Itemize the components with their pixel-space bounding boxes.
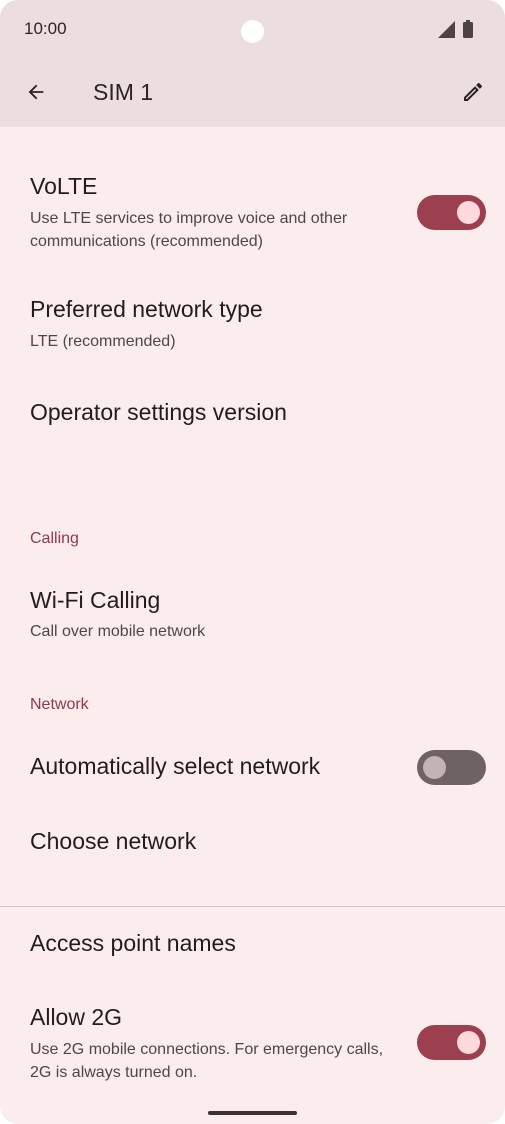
navigation-handle[interactable] bbox=[208, 1111, 297, 1115]
volte-summary: Use LTE services to improve voice and ot… bbox=[30, 210, 348, 250]
battery-icon bbox=[463, 20, 473, 38]
allow-2g-switch[interactable] bbox=[417, 1025, 486, 1060]
wifi-calling-title: Wi-Fi Calling bbox=[30, 587, 161, 613]
switch-thumb bbox=[457, 201, 480, 224]
volte-title: VoLTE bbox=[30, 173, 98, 199]
apn-preference[interactable]: Access point names bbox=[0, 915, 505, 975]
preferred-network-preference[interactable]: Preferred network type LTE (recommended) bbox=[0, 280, 505, 360]
allow-2g-summary: Use 2G mobile connections. For emergency… bbox=[30, 1041, 384, 1081]
allow-2g-preference[interactable]: Allow 2G Use 2G mobile connections. For … bbox=[0, 990, 505, 1090]
wifi-calling-summary: Call over mobile network bbox=[30, 623, 206, 640]
device-screen: 10:00 SIM 1 VoLTE Use LTE services to im… bbox=[0, 0, 505, 1124]
network-category: Network bbox=[30, 696, 89, 713]
back-button[interactable] bbox=[16, 72, 56, 112]
arrow-back-icon bbox=[28, 84, 44, 100]
operator-settings-preference[interactable]: Operator settings version bbox=[0, 385, 505, 445]
auto-select-title: Automatically select network bbox=[30, 753, 321, 779]
choose-network-preference[interactable]: Choose network bbox=[0, 815, 505, 875]
choose-network-title: Choose network bbox=[30, 828, 197, 854]
wifi-calling-preference[interactable]: Wi-Fi Calling Call over mobile network bbox=[0, 570, 505, 650]
camera-cutout bbox=[241, 20, 264, 43]
switch-thumb bbox=[423, 756, 446, 779]
app-header: 10:00 SIM 1 bbox=[0, 0, 505, 127]
switch-thumb bbox=[457, 1031, 480, 1054]
signal-icon bbox=[438, 20, 455, 38]
volte-preference[interactable]: VoLTE Use LTE services to improve voice … bbox=[0, 160, 505, 260]
status-icons bbox=[438, 20, 473, 38]
preferred-network-title: Preferred network type bbox=[30, 296, 263, 322]
page-title: SIM 1 bbox=[93, 79, 154, 105]
volte-switch[interactable] bbox=[417, 195, 486, 230]
operator-settings-title: Operator settings version bbox=[30, 399, 287, 425]
apn-title: Access point names bbox=[30, 930, 236, 956]
divider bbox=[0, 906, 505, 907]
pencil-icon bbox=[464, 82, 483, 101]
calling-category: Calling bbox=[30, 530, 79, 547]
preferred-network-summary: LTE (recommended) bbox=[30, 333, 176, 350]
allow-2g-title: Allow 2G bbox=[30, 1004, 123, 1030]
edit-button[interactable] bbox=[453, 72, 493, 112]
auto-select-preference[interactable]: Automatically select network bbox=[0, 735, 505, 800]
auto-select-switch[interactable] bbox=[417, 750, 486, 785]
status-time: 10:00 bbox=[24, 19, 67, 38]
